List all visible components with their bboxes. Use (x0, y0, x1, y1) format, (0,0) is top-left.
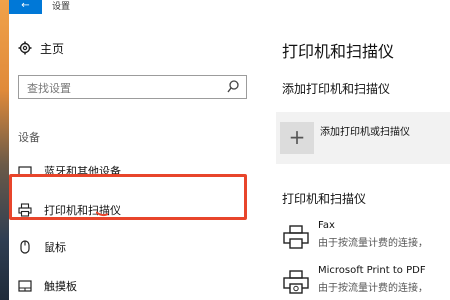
section-label-devices: 设备 (18, 131, 40, 144)
printer-status: 由于按流量计费的连接， (318, 238, 428, 249)
printer-icon (282, 224, 310, 250)
search-icon[interactable] (226, 78, 240, 96)
sidebar-item-mouse[interactable]: 鼠标 (18, 236, 66, 258)
back-button[interactable]: ← (9, 0, 42, 14)
highlight-annotation (9, 174, 247, 220)
printer-item-pdf[interactable]: Microsoft Print to PDF 由于按流量计费的连接， (282, 265, 450, 299)
gear-icon (18, 41, 32, 55)
add-section-heading: 添加打印机和扫描仪 (282, 82, 391, 96)
printer-name: Fax (318, 220, 335, 231)
sidebar-item-home[interactable]: 主页 (18, 38, 64, 58)
add-printer-label: 添加打印机或扫描仪 (320, 127, 410, 138)
search-box[interactable]: 查找设置 (18, 75, 247, 99)
desktop-background-strip (0, 0, 9, 300)
sidebar-item-label: 主页 (40, 41, 65, 56)
add-printer-button[interactable]: + 添加打印机或扫描仪 (276, 112, 450, 164)
page-title: 打印机和扫描仪 (282, 42, 395, 61)
sidebar-item-label: 鼠标 (44, 241, 66, 254)
mouse-icon (18, 240, 32, 254)
search-input[interactable]: 查找设置 (27, 80, 71, 96)
sidebar-item-touchpad[interactable]: 触摸板 (18, 275, 77, 297)
printer-name: Microsoft Print to PDF (318, 265, 426, 276)
back-arrow-icon: ← (21, 0, 30, 11)
sidebar-item-label: 触摸板 (44, 280, 77, 293)
printer-item-fax[interactable]: Fax 由于按流量计费的连接， (282, 220, 450, 254)
plus-icon: + (280, 122, 314, 154)
pdf-printer-icon (282, 269, 310, 295)
printers-list-heading: 打印机和扫描仪 (282, 192, 367, 206)
window-title: 设置 (52, 2, 71, 12)
title-bar (9, 0, 450, 14)
mouse-cursor-icon (96, 211, 108, 217)
printer-status: 由于按流量计费的连接， (318, 283, 428, 294)
touchpad-icon (18, 279, 32, 293)
